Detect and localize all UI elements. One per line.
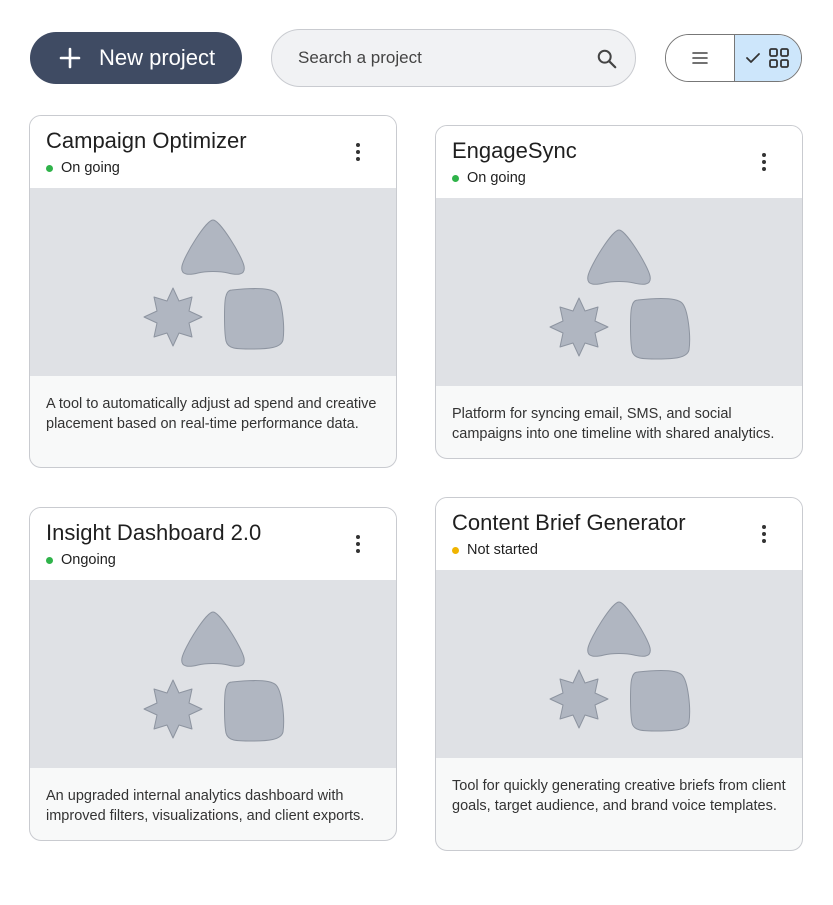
- project-thumbnail: [30, 188, 396, 376]
- project-status: Ongoing: [46, 552, 116, 568]
- project-description: An upgraded internal analytics dashboard…: [46, 788, 365, 824]
- project-title: Campaign Optimizer: [46, 128, 247, 153]
- status-dot: [452, 546, 459, 554]
- status-label: Ongoing: [61, 552, 116, 568]
- new-project-button[interactable]: New project: [30, 32, 242, 84]
- list-icon: [692, 52, 708, 64]
- card-header: Content Brief Generator Not started: [436, 498, 802, 570]
- project-thumbnail: [30, 580, 396, 768]
- search-icon[interactable]: [596, 48, 618, 70]
- project-card[interactable]: Campaign Optimizer On going A tool to au…: [29, 115, 397, 468]
- project-thumbnail: [436, 198, 802, 386]
- shapes-placeholder-icon: [549, 229, 691, 360]
- status-label: On going: [61, 160, 120, 176]
- shapes-placeholder-icon: [143, 611, 285, 742]
- view-toggle: [665, 34, 802, 82]
- project-title: EngageSync: [452, 138, 577, 163]
- more-vert-icon[interactable]: [752, 522, 776, 546]
- shapes-placeholder-icon: [143, 219, 285, 350]
- search-input[interactable]: [296, 47, 590, 69]
- more-vert-icon[interactable]: [752, 150, 776, 174]
- status-label: Not started: [467, 542, 538, 558]
- plus-icon: [59, 47, 81, 69]
- project-status: On going: [46, 160, 120, 176]
- shapes-placeholder-icon: [549, 601, 691, 732]
- project-card[interactable]: EngageSync On going Platform for syncing…: [435, 125, 803, 459]
- more-vert-icon[interactable]: [346, 140, 370, 164]
- status-dot: [46, 164, 53, 172]
- project-card[interactable]: Insight Dashboard 2.0 Ongoing An upgrade…: [29, 507, 397, 841]
- grid-icon: [769, 48, 789, 68]
- list-view-button[interactable]: [666, 35, 735, 81]
- check-icon: [746, 53, 760, 63]
- status-label: On going: [467, 170, 526, 186]
- card-header: Campaign Optimizer On going: [30, 116, 396, 188]
- more-vert-icon[interactable]: [346, 532, 370, 556]
- project-card[interactable]: Content Brief Generator Not started Tool…: [435, 497, 803, 851]
- grid-view-button[interactable]: [735, 35, 801, 81]
- project-description: A tool to automatically adjust ad spend …: [46, 396, 377, 432]
- new-project-label: New project: [99, 45, 216, 70]
- project-status: Not started: [452, 542, 538, 558]
- card-header: EngageSync On going: [436, 126, 802, 198]
- status-dot: [46, 556, 53, 564]
- project-thumbnail: [436, 570, 802, 758]
- toolbar: New project: [0, 0, 833, 100]
- status-dot: [452, 174, 459, 182]
- project-description: Tool for quickly generating creative bri…: [452, 778, 786, 814]
- project-description: Platform for syncing email, SMS, and soc…: [452, 406, 775, 442]
- card-header: Insight Dashboard 2.0 Ongoing: [30, 508, 396, 580]
- search-box: [271, 29, 636, 87]
- project-title: Insight Dashboard 2.0: [46, 520, 262, 545]
- project-title: Content Brief Generator: [452, 510, 686, 535]
- project-status: On going: [452, 170, 526, 186]
